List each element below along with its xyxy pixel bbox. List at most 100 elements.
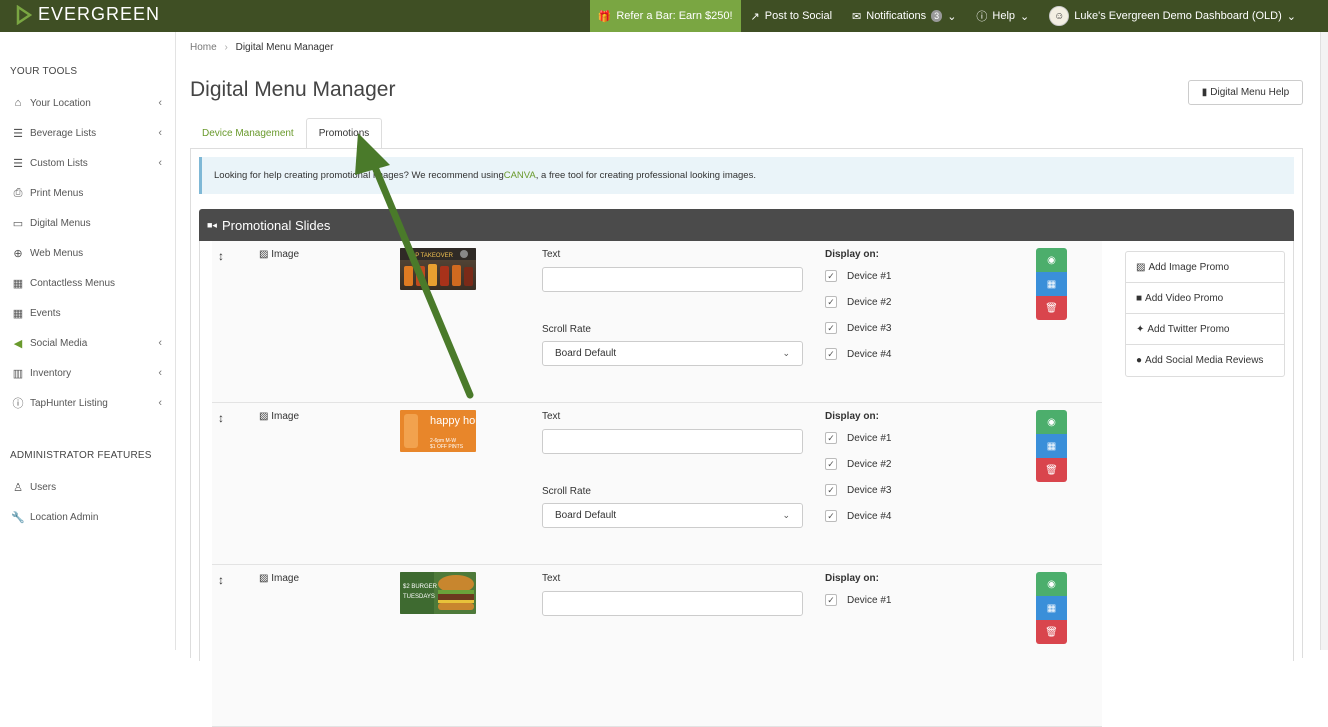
canva-link[interactable]: CANVA [504,170,536,181]
device-checkbox-row[interactable]: ✓ Device #3 [825,320,945,336]
slide-thumbnail[interactable]: happy hour 2-6pm M-W $1 OFF PINTS [400,410,476,452]
device-label: Device #4 [847,348,892,360]
breadcrumb-home-link[interactable]: Home [190,42,217,53]
sidebar-item-contactless-menus[interactable]: ▦ Contactless Menus [10,273,162,293]
delete-button[interactable]: 🗑 [1036,458,1067,482]
slide-type: ▨ Image [259,249,299,260]
notifications-label: Notifications [866,10,927,22]
device-checkbox-row[interactable]: ✓ Device #2 [825,294,945,310]
refer-a-bar-button[interactable]: 🎁 Refer a Bar: Earn $250! [589,0,741,32]
add-item-label: Add Image Promo [1148,261,1230,273]
chevron-left-icon: ‹ [158,367,162,379]
sidebar-item-print-menus[interactable]: ⎙ Print Menus [10,183,162,203]
calendar-icon: ▦ [1046,440,1057,452]
add-item-label: Add Video Promo [1145,292,1224,304]
help-dropdown[interactable]: ⓘ Help ⌄ [966,0,1039,32]
device-checkbox[interactable]: ✓ [825,432,837,444]
sidebar-item-your-location[interactable]: ⌂ Your Location ‹ [10,93,162,113]
question-icon: ⓘ [976,11,988,23]
sidebar-item-social-media[interactable]: ◀ Social Media ‹ [10,333,162,353]
drag-handle-icon[interactable]: ↕ [218,249,224,263]
chevron-left-icon: ‹ [158,97,162,109]
slide-text-input[interactable] [542,267,803,292]
delete-button[interactable]: 🗑 [1036,296,1067,320]
trash-icon: 🗑 [1045,302,1058,314]
display-on-label: Display on: [825,249,879,260]
sidebar-item-beverage-lists[interactable]: ☰ Beverage Lists ‹ [10,123,162,143]
device-label: Device #4 [847,510,892,522]
slide-thumbnail[interactable]: $2 BURGER TUESDAYS [400,572,476,614]
scroll-rate-select[interactable]: Board Default ⌄ [542,341,803,366]
sidebar-item-label: Events [30,307,61,319]
add-image-promo-button[interactable]: ▨ Add Image Promo [1126,252,1284,283]
text-label: Text [542,573,561,584]
slide-row: ↕ ▨ Image happy hour 2-6pm M-W $1 OFF PI… [212,403,1102,565]
device-label: Device #2 [847,458,892,470]
post-to-social-link[interactable]: ↗ Post to Social [741,0,842,32]
notifications-count-badge: 3 [931,10,943,22]
page-scrollbar[interactable] [1320,32,1328,650]
sidebar-item-label: Contactless Menus [30,277,116,289]
account-label: Luke's Evergreen Demo Dashboard (OLD) [1074,10,1282,22]
preview-button[interactable]: ◉ [1036,572,1067,596]
promotional-slides-header: ■◂ Promotional Slides [199,209,1294,241]
schedule-button[interactable]: ▦ [1036,272,1067,296]
slide-text-input[interactable] [542,429,803,454]
drag-handle-icon[interactable]: ↕ [218,411,224,425]
eye-icon: ◉ [1047,416,1056,428]
device-checkbox[interactable]: ✓ [825,270,837,282]
device-checkbox[interactable]: ✓ [825,594,837,606]
thumb-text: $2 BURGER [403,584,438,590]
sidebar-item-events[interactable]: ▦ Events [10,303,162,323]
help-button-label: Digital Menu Help [1210,87,1290,98]
sidebar-item-location-admin[interactable]: 🔧 Location Admin [10,507,162,527]
add-twitter-promo-button[interactable]: ✦ Add Twitter Promo [1126,314,1284,345]
evergreen-logo[interactable]: EVERGREEN [16,4,160,25]
notifications-dropdown[interactable]: ✉ Notifications 3 ⌄ [842,0,966,32]
sidebar-item-label: Custom Lists [30,157,88,169]
device-checkbox[interactable]: ✓ [825,296,837,308]
device-checkbox[interactable]: ✓ [825,348,837,360]
device-checkbox-row[interactable]: ✓ Device #3 [825,482,945,498]
device-checkbox-row[interactable]: ✓ Device #1 [825,592,945,608]
slide-text-input[interactable] [542,591,803,616]
sidebar-item-digital-menus[interactable]: ▭ Digital Menus [10,213,162,233]
delete-button[interactable]: 🗑 [1036,620,1067,644]
drag-handle-icon[interactable]: ↕ [218,573,224,587]
breadcrumb: Home › Digital Menu Manager [190,42,333,53]
sidebar-item-label: Your Location [30,97,91,109]
scroll-rate-select[interactable]: Board Default ⌄ [542,503,803,528]
sidebar-item-web-menus[interactable]: ⊕ Web Menus [10,243,162,263]
digital-menu-help-button[interactable]: ▮ Digital Menu Help [1188,80,1303,105]
text-label: Text [542,411,561,422]
page-title: Digital Menu Manager [190,78,396,101]
preview-button[interactable]: ◉ [1036,410,1067,434]
chevron-down-icon: ⌄ [1020,10,1030,23]
help-label: Help [992,10,1016,22]
preview-button[interactable]: ◉ [1036,248,1067,272]
device-checkbox[interactable]: ✓ [825,322,837,334]
device-checkbox[interactable]: ✓ [825,458,837,470]
sidebar-item-custom-lists[interactable]: ☰ Custom Lists ‹ [10,153,162,173]
device-checkbox-row[interactable]: ✓ Device #4 [825,508,945,524]
schedule-button[interactable]: ▦ [1036,596,1067,620]
device-checkbox-row[interactable]: ✓ Device #1 [825,268,945,284]
printer-icon: ⎙ [13,186,23,199]
tab-device-management[interactable]: Device Management [190,118,306,149]
schedule-button[interactable]: ▦ [1036,434,1067,458]
device-checkbox-row[interactable]: ✓ Device #4 [825,346,945,362]
sidebar-item-users[interactable]: ♙ Users [10,477,162,497]
breadcrumb-current: Digital Menu Manager [235,42,334,53]
account-dropdown[interactable]: ☺ Luke's Evergreen Demo Dashboard (OLD) … [1039,0,1328,32]
device-checkbox[interactable]: ✓ [825,510,837,522]
burger-tuesdays-image: $2 BURGER TUESDAYS [400,572,474,614]
slide-thumbnail[interactable]: TAP TAKEOVER [400,248,476,290]
add-video-promo-button[interactable]: ■ Add Video Promo [1126,283,1284,314]
tab-promotions[interactable]: Promotions [305,118,383,149]
sidebar-item-taphunter-listing[interactable]: ⓘ TapHunter Listing ‹ [10,393,163,413]
add-social-media-reviews-button[interactable]: ● Add Social Media Reviews [1126,345,1284,376]
device-checkbox-row[interactable]: ✓ Device #2 [825,456,945,472]
sidebar-item-inventory[interactable]: ▥ Inventory ‹ [10,363,162,383]
device-checkbox[interactable]: ✓ [825,484,837,496]
device-checkbox-row[interactable]: ✓ Device #1 [825,430,945,446]
